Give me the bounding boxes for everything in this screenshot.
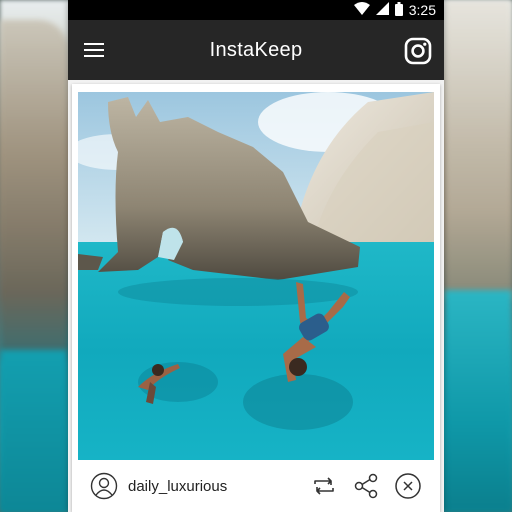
- wifi-icon: [353, 2, 370, 18]
- instagram-icon[interactable]: [404, 37, 432, 65]
- post-card: daily_luxurious: [72, 84, 440, 512]
- blurred-background-left: [0, 20, 68, 360]
- share-icon[interactable]: [352, 472, 380, 500]
- user-avatar-icon[interactable]: [90, 472, 118, 500]
- app-title: InstaKeep: [209, 38, 303, 61]
- app-bar: InstaKeep: [68, 20, 444, 80]
- blurred-background-right: [444, 0, 512, 300]
- post-photo[interactable]: [78, 92, 434, 460]
- post-username[interactable]: daily_luxurious: [128, 478, 227, 495]
- blurred-background-right-water: [444, 290, 512, 512]
- phone-screen: 3:25 InstaKeep daily_luxurious: [68, 0, 444, 512]
- repost-icon[interactable]: [310, 472, 338, 500]
- status-bar: 3:25: [68, 0, 444, 20]
- close-icon[interactable]: [394, 472, 422, 500]
- signal-icon: [375, 2, 389, 18]
- blurred-background-left-water: [0, 350, 68, 512]
- hamburger-menu-icon[interactable]: [84, 36, 112, 64]
- battery-icon: [394, 1, 403, 19]
- post-footer: daily_luxurious: [72, 460, 440, 512]
- status-time: 3:25: [408, 2, 436, 18]
- post-actions: [310, 472, 422, 500]
